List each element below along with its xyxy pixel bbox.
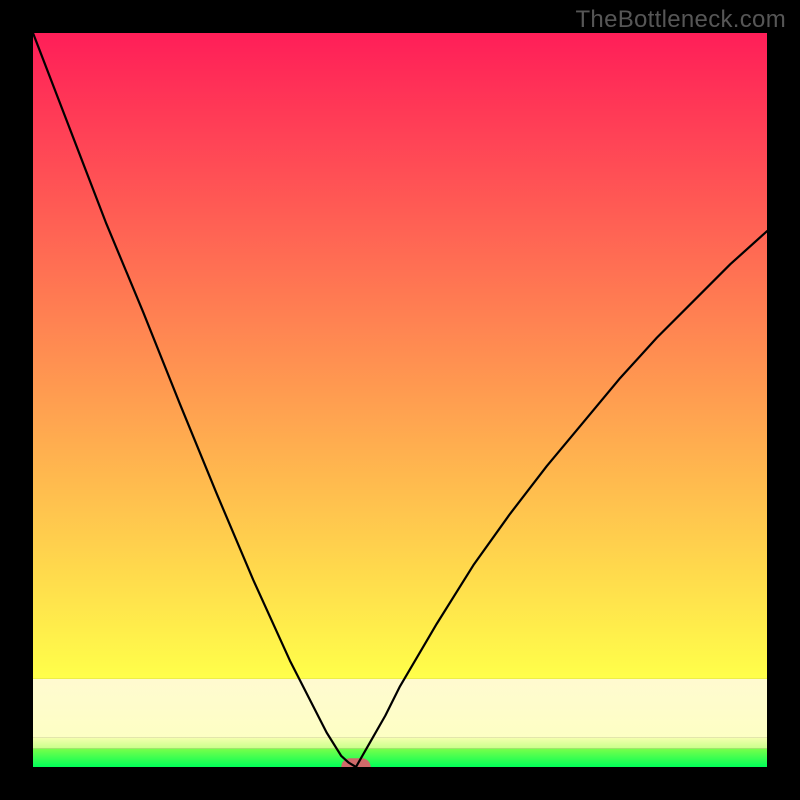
plot-area (33, 33, 767, 767)
chart-svg (33, 33, 767, 767)
main-gradient (33, 33, 767, 679)
pale-band (33, 738, 767, 749)
watermark-text: TheBottleneck.com (575, 6, 786, 34)
chart-frame: TheBottleneck.com (0, 0, 800, 800)
green-band (33, 749, 767, 767)
